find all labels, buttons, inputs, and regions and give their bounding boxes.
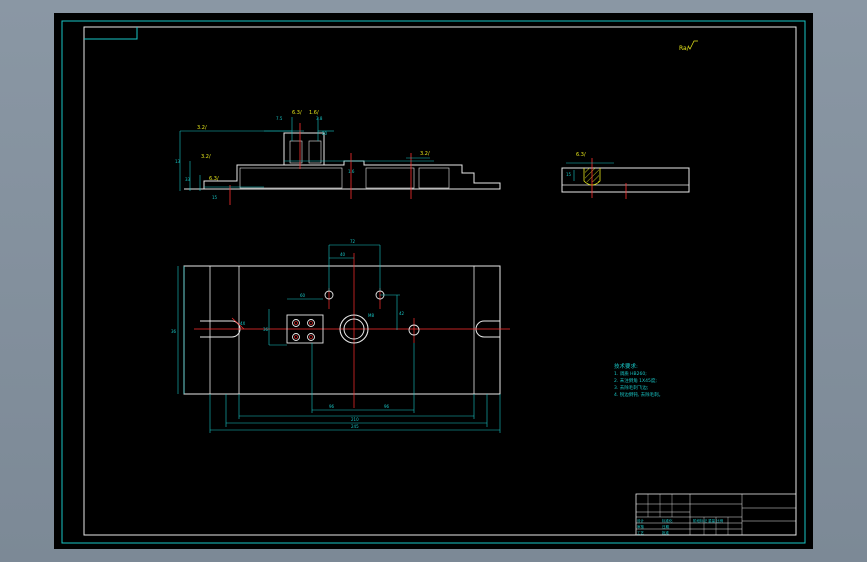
svg-text:245: 245	[351, 424, 359, 429]
plan-view: 72 40 36 36 60 42 96 96 210 245 4X M8	[171, 239, 510, 433]
svg-text:3.2/: 3.2/	[201, 154, 211, 160]
svg-text:36: 36	[171, 329, 177, 334]
svg-text:13: 13	[175, 159, 181, 164]
svg-text:15: 15	[566, 172, 572, 177]
svg-text:6.3/: 6.3/	[209, 176, 219, 182]
svg-text:日期: 日期	[662, 524, 670, 529]
svg-text:6.3/: 6.3/	[292, 110, 302, 116]
svg-text:210: 210	[351, 417, 359, 422]
svg-text:3.2/: 3.2/	[197, 125, 207, 131]
svg-text:36: 36	[263, 327, 269, 332]
svg-text:标准化: 标准化	[662, 518, 673, 523]
roughness-symbol	[687, 40, 698, 50]
svg-text:33: 33	[185, 177, 191, 182]
cad-viewport[interactable]: Ra/ 3.2/ 3.2/ 6.3/ 6.3/ 1.6/ 3.2/ 7.5 3.…	[54, 13, 813, 549]
svg-text:技术要求:: 技术要求:	[614, 362, 638, 370]
svg-text:设计: 设计	[637, 518, 645, 523]
svg-text:3.2/: 3.2/	[420, 151, 430, 157]
title-block: 设计 审核 工艺 标准化 批准 日期 阶段标记 重量 比例	[635, 493, 797, 536]
svg-text:4. 锐边倒钝, 去除毛刺。: 4. 锐边倒钝, 去除毛刺。	[614, 391, 663, 398]
svg-text:1.6: 1.6	[348, 169, 355, 174]
svg-text:M8: M8	[368, 313, 374, 318]
corner-tab	[84, 27, 138, 40]
inner-frame	[83, 26, 797, 536]
svg-text:3.8: 3.8	[316, 116, 323, 121]
outer-frame	[61, 20, 806, 544]
svg-text:42: 42	[399, 311, 405, 316]
svg-text:阶段标记 重量 比例: 阶段标记 重量 比例	[693, 518, 724, 523]
side-view: 6.3/ 15	[561, 152, 690, 199]
technical-notes: 技术要求: 1. 调质 HB260; 2. 未注倒角 1X45度; 3. 去除毛…	[614, 362, 663, 398]
svg-text:20: 20	[322, 131, 328, 136]
svg-text:96: 96	[329, 404, 335, 409]
svg-text:2. 未注倒角 1X45度;: 2. 未注倒角 1X45度;	[614, 377, 657, 384]
svg-text:审核: 审核	[637, 524, 645, 529]
svg-text:7.5: 7.5	[276, 116, 283, 121]
svg-text:工艺: 工艺	[637, 530, 645, 535]
svg-text:4X: 4X	[240, 321, 246, 326]
svg-text:6.3/: 6.3/	[576, 152, 586, 158]
svg-text:批准: 批准	[662, 530, 670, 535]
svg-text:72: 72	[350, 239, 356, 244]
svg-text:40: 40	[340, 252, 346, 257]
svg-text:1. 调质 HB260;: 1. 调质 HB260;	[614, 370, 647, 377]
svg-text:60: 60	[300, 293, 306, 298]
svg-text:96: 96	[384, 404, 390, 409]
section-view: 3.2/ 3.2/ 6.3/ 6.3/ 1.6/ 3.2/ 7.5 3.8 13…	[175, 110, 501, 205]
svg-text:3. 去除毛刺飞边;: 3. 去除毛刺飞边;	[614, 384, 648, 391]
cad-drawing: Ra/ 3.2/ 3.2/ 6.3/ 6.3/ 1.6/ 3.2/ 7.5 3.…	[61, 20, 806, 544]
svg-text:15: 15	[212, 195, 218, 200]
